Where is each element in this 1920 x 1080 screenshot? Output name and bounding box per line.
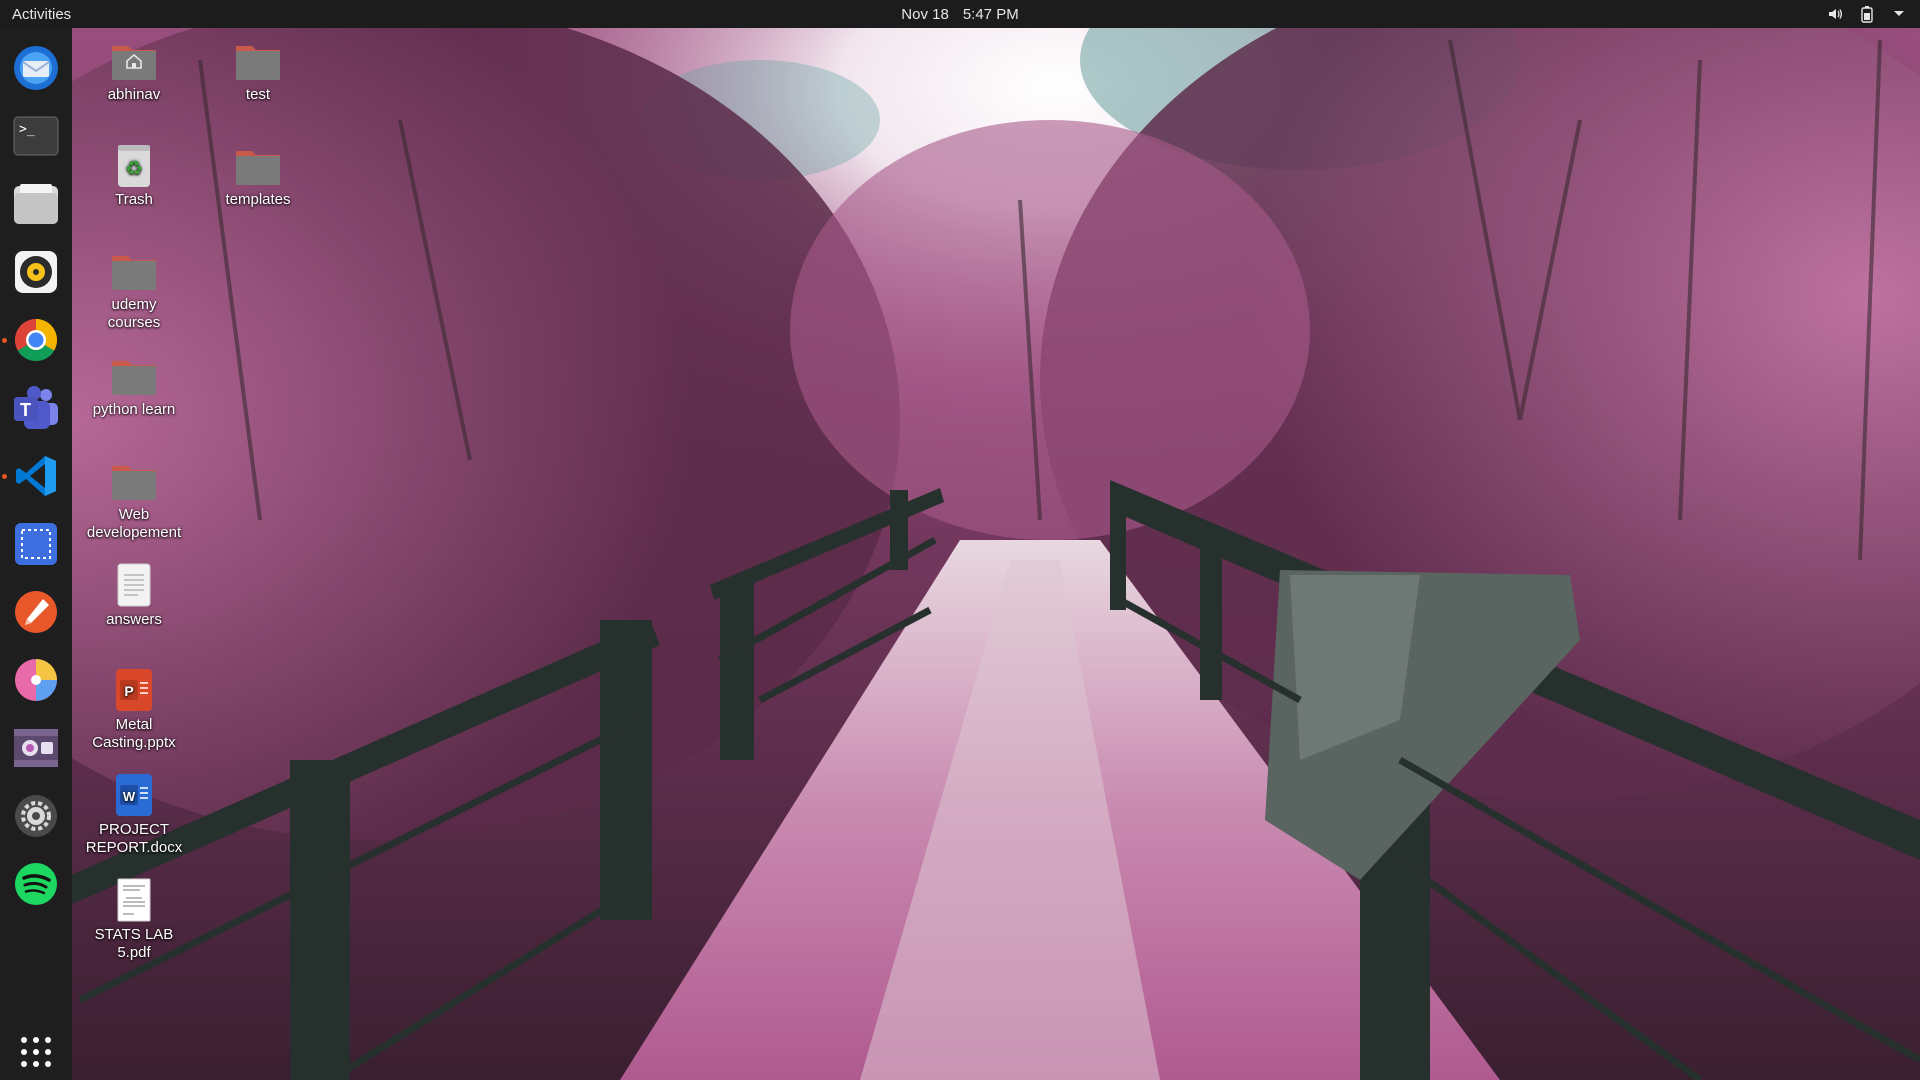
desktop-icon-answers[interactable]: answers (84, 561, 184, 629)
dock-item-video-player[interactable] (8, 720, 64, 776)
date-text: Nov 18 (901, 6, 949, 23)
desktop-icon-label: answers (106, 611, 162, 628)
folder-icon (14, 184, 58, 224)
desktop-icon-templates[interactable]: templates (208, 141, 308, 209)
dock-item-chrome[interactable] (8, 312, 64, 368)
text-document-icon (117, 563, 151, 607)
dock-item-spotify[interactable] (8, 856, 64, 912)
desktop-icon-label: python learn (92, 401, 176, 418)
folder-icon (236, 151, 280, 185)
desktop-icon-stats-lab-5-pdf[interactable]: STATS LAB 5.pdf (84, 876, 184, 962)
desktop-icon-label: Metal Casting.pptx (92, 716, 176, 751)
word-icon: W (116, 774, 152, 816)
desktop-icon-label: Web developement (86, 506, 182, 541)
spotify-icon (15, 863, 57, 905)
folder-icon (112, 361, 156, 395)
dock-item-terminal[interactable]: >_ (8, 108, 64, 164)
svg-text:>_: >_ (19, 122, 35, 137)
color-picker-icon (15, 591, 57, 633)
dock-item-files[interactable] (8, 176, 64, 232)
desktop-icon-abhinav[interactable]: abhinav (84, 36, 184, 104)
folder-icon (112, 256, 156, 290)
dock-item-settings[interactable] (8, 788, 64, 844)
dock-item-thunderbird[interactable] (8, 40, 64, 96)
svg-text:♻: ♻ (125, 156, 143, 180)
desktop-icon-label: udemy courses (107, 296, 161, 331)
dock-item-teams[interactable]: T (8, 380, 64, 436)
music-icon (15, 251, 57, 293)
desktop-icon-python-learn[interactable]: python learn (84, 351, 184, 419)
app-grid-icon (21, 1037, 51, 1067)
clock-button[interactable]: Nov 18 5:47 PM (901, 6, 1018, 23)
show-applications-button[interactable] (8, 1024, 64, 1080)
desktop-icon-trash[interactable]: ♻ Trash (84, 141, 184, 209)
dock-item-disk-usage[interactable] (8, 652, 64, 708)
selection-icon (15, 523, 57, 565)
dock-item-vscode[interactable] (8, 448, 64, 504)
video-icon (14, 729, 58, 767)
teams-icon: T (14, 386, 58, 429)
chrome-icon (14, 319, 58, 362)
pdf-document-icon (117, 878, 151, 922)
dock-item-color-picker[interactable] (8, 584, 64, 640)
svg-text:T: T (20, 400, 31, 420)
desktop-icon-label: STATS LAB 5.pdf (94, 926, 174, 961)
desktop-icon-project-report-docx[interactable]: W PROJECT REPORT.docx (84, 771, 184, 857)
desktop-icon-label: PROJECT REPORT.docx (85, 821, 183, 856)
battery-icon[interactable] (1858, 5, 1876, 23)
chevron-down-icon[interactable] (1890, 5, 1908, 23)
folder-icon (236, 46, 280, 80)
system-tray[interactable] (1826, 3, 1908, 25)
running-indicator (2, 474, 7, 479)
desktop-icon-test[interactable]: test (208, 36, 308, 104)
dock-item-rhythmbox[interactable] (8, 244, 64, 300)
top-bar: Activities Nov 18 5:47 PM (0, 0, 1920, 28)
powerpoint-icon: P (116, 669, 152, 711)
mail-icon (14, 46, 58, 90)
desktop-icon-label: Trash (115, 191, 153, 208)
home-folder-icon (112, 46, 156, 80)
svg-text:P: P (124, 683, 133, 699)
running-indicator (2, 338, 7, 343)
svg-text:W: W (123, 789, 136, 804)
folder-icon (112, 466, 156, 500)
desktop-icon-web-developement[interactable]: Web developement (84, 456, 184, 542)
dock: >_ T (0, 28, 72, 1080)
dock-item-screenshot[interactable] (8, 516, 64, 572)
speaker-icon[interactable] (1826, 5, 1844, 23)
time-text: 5:47 PM (962, 6, 1019, 23)
activities-button[interactable]: Activities (12, 6, 71, 23)
gear-icon (15, 795, 57, 837)
trash-icon: ♻ (118, 145, 150, 187)
desktop-icon-label: templates (225, 191, 291, 208)
desktop-icon-metal-casting-pptx[interactable]: P Metal Casting.pptx (84, 666, 184, 752)
desktop-icon-udemy-courses[interactable]: udemy courses (84, 246, 184, 332)
pie-chart-icon (15, 659, 57, 701)
desktop-icon-label: test (245, 86, 271, 103)
vscode-icon (16, 456, 56, 496)
desktop-icon-label: abhinav (107, 86, 161, 103)
terminal-icon: >_ (13, 116, 59, 156)
